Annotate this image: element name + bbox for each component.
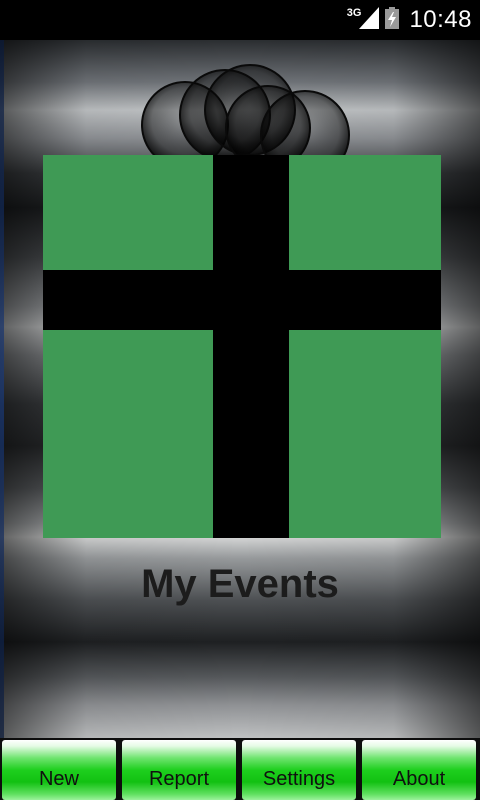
signal-icon: [359, 6, 380, 34]
status-clock: 10:48: [409, 6, 472, 33]
app-title: My Events: [141, 562, 339, 606]
report-button[interactable]: Report: [122, 740, 236, 800]
settings-button[interactable]: Settings: [242, 740, 356, 800]
status-icons: 3G 10:48: [347, 0, 472, 40]
network-type-label: 3G: [346, 7, 362, 19]
status-bar: 3G 10:48: [0, 0, 480, 40]
gift-box-icon: [43, 64, 441, 538]
app-screen: 3G 10:48 My Events New Report Settings A…: [0, 0, 480, 800]
gift-ribbon-vertical: [213, 155, 289, 538]
gift-ribbon-horizontal: [43, 270, 441, 330]
about-button[interactable]: About: [362, 740, 476, 800]
bottom-button-bar: New Report Settings About: [0, 738, 480, 800]
battery-charging-icon: [385, 6, 400, 34]
new-button[interactable]: New: [2, 740, 116, 800]
